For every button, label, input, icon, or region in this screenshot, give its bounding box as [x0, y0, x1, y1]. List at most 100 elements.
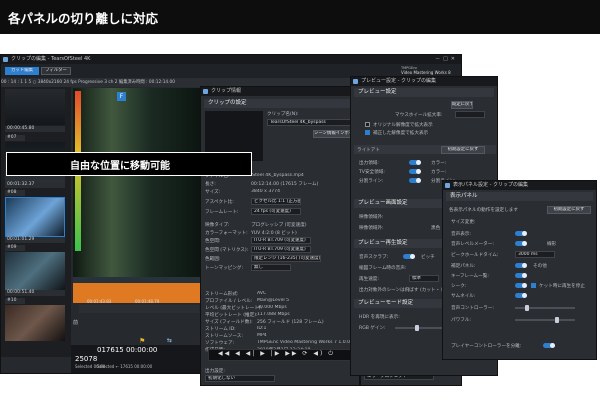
window-controls[interactable]: －□✕: [435, 55, 458, 64]
info-label-5: ストリーム ID:: [205, 327, 236, 332]
display-panel-window: 表示パネル設定 - クリップの編集 表示パネル 各表示パネルの動作を設定します …: [442, 180, 597, 360]
playback-speed-select[interactable]: 標準: [409, 275, 439, 282]
display-panel-titlebar[interactable]: 表示パネル設定 - クリップの編集: [443, 181, 596, 190]
display-panel-title: 表示パネル設定 - クリップの編集: [453, 182, 528, 188]
color-range-select[interactable]: 限定レンジ (16-235) (可変速度): [251, 255, 321, 262]
clip-name-input[interactable]: TearsOfSteel 4K_byspass: [267, 119, 357, 126]
output-select[interactable]: 初期化しない: [205, 375, 275, 382]
tonemap-select[interactable]: 無し: [251, 264, 291, 271]
preview-settings-titlebar[interactable]: プレビュー設定 - クリップの編集: [351, 77, 497, 86]
output-area-color: カラー:: [431, 161, 447, 166]
thumbnail-id: #09: [5, 245, 25, 251]
timeline-strip: [73, 277, 203, 283]
frame-counter: 017615 00:00:00: [97, 346, 158, 354]
clip-settings-window: クリップ情報 クリップの設定 クリップ名(N): TearsOfSteel 4K…: [200, 86, 360, 386]
audio-scrub-toggle[interactable]: [403, 254, 415, 259]
frame-count: 25078: [75, 355, 98, 363]
outside-label-1: 映像領域外:: [359, 215, 384, 220]
powerful-slider[interactable]: [515, 317, 575, 323]
display-panel-sub: 各表示パネルの動作を設定します: [449, 208, 518, 213]
level-meter-mode: 線形: [547, 242, 557, 247]
level-meter-label: 音声レベルメーター:: [451, 242, 494, 247]
video-preview[interactable]: [73, 88, 203, 293]
thumbnail-label: サムネイル:: [451, 294, 476, 299]
thumbnail-toggle[interactable]: [515, 293, 527, 298]
overlay-banner-text: 自由な位置に移動可能: [70, 161, 170, 172]
wheel-scale-select[interactable]: [455, 111, 485, 118]
detach-player-toggle[interactable]: [543, 343, 555, 348]
detach-player-label: プレイヤーコントローラーを分離:: [451, 344, 522, 349]
rgb-gain-knob[interactable]: [415, 325, 419, 331]
tonemap-label: トーンマッピング:: [205, 266, 244, 271]
size-label: サイズ:: [205, 190, 221, 195]
outside-label-2: 映像領域外:: [359, 226, 384, 231]
level-meter-toggle[interactable]: [515, 241, 527, 246]
colorspace-matrix-select[interactable]: ITU-R BT.709 (可変速度): [251, 246, 311, 253]
keyframe-toggle[interactable]: [515, 273, 527, 278]
thumbnail-4[interactable]: [5, 252, 65, 290]
seek-toggle[interactable]: [515, 283, 527, 288]
tv-safe-toggle[interactable]: [409, 169, 421, 174]
aux-panel-toggle[interactable]: [515, 263, 527, 268]
peak-hold-label: ピークホールドタイム:: [451, 253, 499, 258]
framerate-select[interactable]: 24 fps (可変速度): [251, 208, 301, 215]
info-value-5: ID:1: [257, 326, 267, 331]
audio-display-label: 音声表示:: [451, 232, 471, 237]
audio-display-toggle[interactable]: [515, 231, 527, 236]
tab-cut-edit[interactable]: カット編集: [5, 67, 39, 75]
clip-markers[interactable]: [79, 305, 199, 313]
info-value-7: TMPGEnc Video Mastering Works 7 1.0.0.0: [257, 340, 355, 345]
preview-settings-title: プレビュー設定 - クリップの編集: [361, 78, 436, 84]
thumbnail-id: #08: [5, 190, 25, 196]
audio-controller-knob[interactable]: [525, 305, 529, 311]
split-icon[interactable]: ⇆: [167, 337, 177, 345]
flag-marker-icon[interactable]: ⚑: [139, 337, 147, 345]
clip-settings-titlebar[interactable]: クリップ情報: [201, 87, 359, 96]
original-zoom-label: オリジナル解像度で拡大表示: [373, 123, 433, 128]
brand-line2: Video Mastering Works 8: [401, 70, 451, 75]
app-icon: [445, 183, 450, 188]
reset-button[interactable]: 既定に戻す: [451, 101, 473, 109]
initial-settings-button[interactable]: 初期設定に戻す: [441, 146, 485, 154]
output-area-toggle[interactable]: [409, 160, 421, 165]
framerate-label: フレームレート:: [205, 210, 239, 215]
size-value: 3840 x 3774: [251, 189, 281, 194]
shrink-audio-label: 縮図フレーム時の音声:: [359, 266, 407, 271]
seek-label: シーク:: [451, 284, 467, 289]
tab-filter[interactable]: フィルター: [41, 67, 71, 75]
side-label: 前: [73, 320, 79, 326]
colorspace-select[interactable]: ITU-R BT.709 (可変速度): [251, 237, 311, 244]
rgb-gain-label: RGB ゲイン:: [359, 326, 386, 331]
thumbnail-time: 00:01:01.29: [5, 237, 65, 243]
peak-hold-select[interactable]: 3000 ms: [515, 251, 555, 258]
rgb-gain-slider[interactable]: [395, 325, 445, 331]
color-format-value: YUV 4:2:0 (8 ビット): [251, 231, 297, 236]
player-buttons[interactable]: ◀◀ ◀ ◀| ▶ |▶ ▶▶ ⟳ ◀) ⏻: [218, 350, 335, 358]
display-initial-button[interactable]: 初期設定に戻す: [547, 206, 591, 214]
aspect-label: アスペクト比:: [205, 200, 234, 205]
info-label-6: ストリームソース:: [205, 334, 243, 339]
tab-light[interactable]: ライトアト: [357, 147, 380, 153]
clip-settings-title: クリップ情報: [211, 88, 242, 94]
duration-label: 長さ:: [205, 182, 216, 187]
thumbnail-3[interactable]: [5, 197, 65, 237]
app-icon: [353, 79, 358, 84]
audio-controller-label: 音声コントローラー:: [451, 306, 494, 311]
info-label-3: 平均ビットレート (推定):: [205, 313, 258, 318]
output-label: 出力設定:: [205, 369, 225, 374]
audio-scrub-label: 音声スクラブ:: [359, 255, 389, 260]
thumbnail-time: 00:00:51.40: [5, 290, 65, 296]
thumbnail-5[interactable]: [5, 305, 65, 341]
split-line-toggle[interactable]: [409, 178, 421, 183]
powerful-knob[interactable]: [555, 317, 559, 323]
stop-on-cut-checkbox[interactable]: [531, 283, 536, 288]
original-zoom-checkbox[interactable]: [365, 122, 370, 127]
output-zoom-checkbox[interactable]: [365, 130, 370, 135]
info-label-7: ソフトウェア:: [205, 341, 235, 346]
info-value-6: MP4: [257, 333, 267, 338]
audio-controller-slider[interactable]: [515, 305, 575, 311]
thumbnail-top[interactable]: [5, 89, 65, 125]
aspect-select[interactable]: ピクセル比 1:1 (正方画素): [251, 198, 301, 205]
keyframe-label: キーフレーム一覧:: [451, 274, 489, 279]
main-window-titlebar[interactable]: クリップの編集 - TearsOfSteel 4K －□✕: [1, 55, 461, 64]
